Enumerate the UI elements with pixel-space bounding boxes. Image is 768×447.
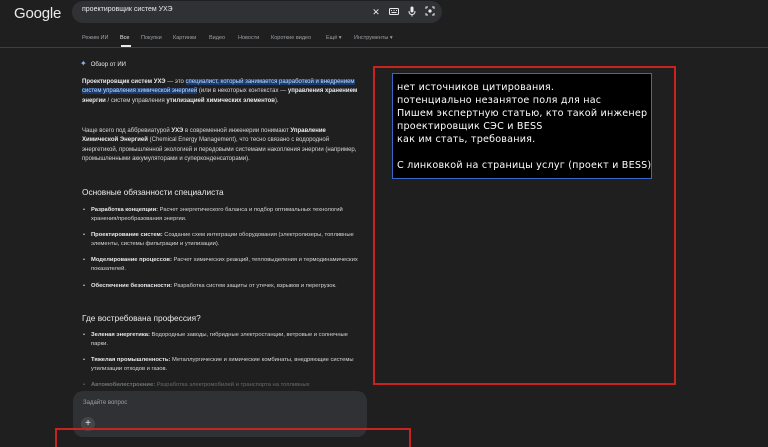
list-item: Разработка концепции: Расчет энергетичес…	[83, 206, 359, 224]
keyboard-icon[interactable]	[388, 6, 400, 18]
note-line: С линковкой на страницы услуг (проект и …	[397, 160, 652, 171]
search-input[interactable]: проектировщик систем УХЭ	[82, 6, 173, 13]
annotation-frame-bottom	[55, 428, 411, 447]
note-line: нет источников цитирования.	[397, 82, 555, 93]
tab-short-videos[interactable]: Короткие видео	[271, 35, 311, 41]
ai-overview-heading: ✦ Обзор от ИИ	[80, 59, 126, 68]
list-item: Обеспечение безопасности: Разработка сис…	[83, 282, 359, 291]
ai-paragraph-1: Проектировщик систем УХЭ — это специалис…	[82, 79, 358, 104]
annotation-note: нет источников цитирования. потенциальнo…	[392, 73, 652, 179]
ask-input[interactable]: Задайте вопрос	[83, 400, 127, 406]
ai-paragraph-2: Чаще всего под аббревиатурой УХЭ в совре…	[82, 128, 357, 162]
list-item: Зеленая энергетика: Водородные заводы, г…	[83, 331, 359, 349]
tab-news[interactable]: Новости	[238, 35, 259, 41]
tab-shopping[interactable]: Покупки	[141, 35, 162, 41]
sparkle-icon: ✦	[80, 59, 87, 68]
lens-icon[interactable]	[424, 6, 436, 18]
tab-ai-mode[interactable]: Режим ИИ	[82, 35, 108, 41]
list-item: Моделирование процессов: Расчет химическ…	[83, 256, 359, 274]
note-line: как им стать, требования.	[397, 134, 536, 145]
section-title-demand: Где востребована профессия?	[82, 313, 201, 323]
note-line: потенциальнo незанятое поля для нас	[397, 95, 602, 106]
tab-all[interactable]: Все	[120, 35, 129, 41]
header-divider	[0, 47, 768, 48]
tab-videos[interactable]: Видео	[209, 35, 225, 41]
tab-tools[interactable]: Инструменты ▾	[354, 35, 393, 41]
list-item: Автомобилестроение: Разработка электромо…	[83, 381, 359, 390]
list-item: Проектирование систем: Создание схем инт…	[83, 231, 359, 249]
mic-icon[interactable]	[406, 6, 418, 18]
tab-images[interactable]: Картинки	[173, 35, 196, 41]
list-item: Тяжелая промышленность: Металлургические…	[83, 356, 359, 374]
google-logo[interactable]: Google	[14, 5, 61, 22]
note-line: Пишем экспертную статью, кто такой инжен…	[397, 108, 648, 119]
search-bar[interactable]: проектировщик систем УХЭ ✕	[72, 1, 442, 23]
note-line: проектировщик СЭС и BESS	[397, 121, 543, 132]
close-icon[interactable]: ✕	[370, 6, 382, 18]
tab-more[interactable]: Ещё ▾	[326, 35, 342, 41]
section-title-duties: Основные обязанности специалиста	[82, 187, 224, 197]
